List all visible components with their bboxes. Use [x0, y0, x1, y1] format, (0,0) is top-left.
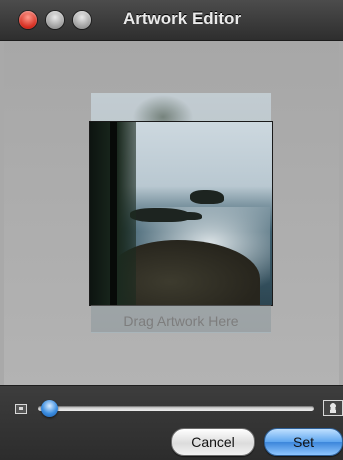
- rock: [178, 212, 202, 220]
- rock: [190, 190, 224, 204]
- title-bar[interactable]: Artwork Editor: [0, 0, 343, 41]
- tree-trunk: [110, 122, 117, 305]
- artwork-editor-window: Artwork Editor Drag Artwork Here Cancel …: [0, 0, 343, 460]
- set-button[interactable]: Set: [264, 428, 343, 456]
- artwork-crop-frame[interactable]: [89, 121, 273, 306]
- zoom-slider-knob[interactable]: [41, 400, 59, 417]
- drag-artwork-label: Drag Artwork Here: [123, 313, 239, 329]
- zoom-slider-track[interactable]: [38, 406, 314, 411]
- cancel-button[interactable]: Cancel: [171, 428, 255, 456]
- zoom-button[interactable]: [73, 11, 91, 29]
- window-title: Artwork Editor: [123, 9, 242, 28]
- small-image-icon: [15, 404, 27, 414]
- close-button[interactable]: [19, 11, 37, 29]
- large-image-icon: [323, 400, 343, 416]
- minimize-button[interactable]: [46, 11, 64, 29]
